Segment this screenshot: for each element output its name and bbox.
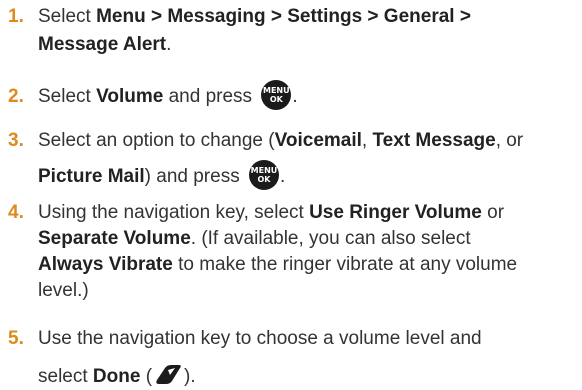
text-segment: or xyxy=(481,202,505,223)
text-segment: to make the ringer vibrate at any volume xyxy=(172,254,518,275)
left-softkey-icon xyxy=(156,364,181,384)
text-segment: and press xyxy=(163,86,258,108)
bold-term: Always Vibrate xyxy=(38,254,173,275)
text-segment: ) and press xyxy=(144,166,245,188)
step-text-line: Message Alert. xyxy=(38,32,171,58)
step-text-line: Separate Volume. (If available, you can … xyxy=(38,226,471,252)
text-segment: . xyxy=(166,34,172,55)
menu-ok-key-icon: MENU OK xyxy=(261,80,292,110)
text-segment: Use the navigation key to choose a volum… xyxy=(38,328,482,349)
instruction-steps: 1. Select Menu > Messaging > Settings > G… xyxy=(0,0,582,387)
bold-term: Use Ringer Volume xyxy=(309,202,482,223)
step-text-line: Select Volume and press MENU OK. xyxy=(38,80,298,110)
step-text-line: Select an option to change (Voicemail, T… xyxy=(38,128,523,154)
menu-ok-key-icon: MENU OK xyxy=(248,160,279,190)
bold-term: Volume xyxy=(96,86,164,108)
text-segment: Using the navigation key, select xyxy=(38,202,310,223)
text-segment: , xyxy=(361,130,373,151)
text-segment: ( xyxy=(140,366,153,387)
step-number: 2. xyxy=(8,86,24,107)
menu-key-label: MENU xyxy=(250,166,278,175)
bold-term: Message Alert xyxy=(38,34,167,55)
step-number: 4. xyxy=(8,202,24,223)
step-number: 3. xyxy=(8,130,24,151)
bold-term: Picture Mail xyxy=(38,166,145,188)
text-segment: . (If available, you can also select xyxy=(190,228,471,249)
bold-term: Done xyxy=(92,366,141,387)
text-segment: ). xyxy=(184,366,196,387)
step-text-line: Always Vibrate to make the ringer vibrat… xyxy=(38,252,517,278)
text-segment: , or xyxy=(495,130,524,151)
text-segment: select xyxy=(38,366,93,387)
bold-term: Voicemail xyxy=(274,130,362,151)
text-segment: Select xyxy=(38,86,97,108)
bold-term: Menu > Messaging > Settings > General > xyxy=(96,6,471,27)
step-text-line: level.) xyxy=(38,278,89,304)
step-text-line: select Done (). xyxy=(38,364,196,390)
ok-key-label: OK xyxy=(269,95,283,104)
text-segment: level.) xyxy=(38,280,89,301)
text-segment: . xyxy=(279,166,286,188)
step-text-line: Use the navigation key to choose a volum… xyxy=(38,326,482,352)
bold-term: Separate Volume xyxy=(38,228,191,249)
ok-key-label: OK xyxy=(257,175,271,184)
text-segment: Select xyxy=(38,6,97,27)
text-segment: . xyxy=(292,86,298,108)
step-text-line: Using the navigation key, select Use Rin… xyxy=(38,200,504,226)
step-text-line: Picture Mail) and press MENU OK. xyxy=(38,160,286,190)
step-text-line: Select Menu > Messaging > Settings > Gen… xyxy=(38,4,471,30)
menu-key-label: MENU xyxy=(263,86,290,95)
text-segment: Select an option to change ( xyxy=(38,130,275,151)
step-number: 1. xyxy=(8,6,24,27)
step-number: 5. xyxy=(8,328,24,349)
bold-term: Text Message xyxy=(372,130,496,151)
